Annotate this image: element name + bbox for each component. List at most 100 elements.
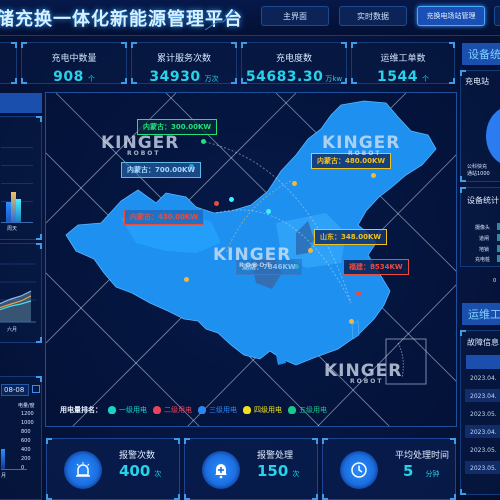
stat-card-workorders: 运维工单数 1544 个 [351,42,455,85]
stat-label: 充电中数量 [51,54,97,64]
stat-value: 54683.30 [245,69,324,85]
clock-icon [340,451,378,489]
device-stats-panel: 设备统计 摄像头 道闸 地锁 充电桩 [460,187,500,267]
legend-item[interactable]: 三级用电 [198,405,237,415]
right-section-title-devices: 设备统 [462,43,500,65]
axis-tick: 0 [493,278,497,284]
axis-tick: 400 [21,447,31,453]
kpi-unit: 次 [292,470,300,478]
map-tooltip: 内蒙古：430.00KW [124,209,205,225]
left-energy-panel: 08-08 电量/度 1200 1000 800 600 400 200 0 月 [0,376,42,500]
station-panel: 充电站 公科快充 通站1000 [460,70,500,182]
stat-value: 34930 [149,69,201,85]
map-point[interactable] [266,209,271,214]
map-point[interactable] [371,173,376,178]
bar-chart-xlabel: 周天 [7,226,18,232]
stat-unit: 个 [421,75,429,83]
device-label: 地锁 [479,247,490,253]
bar [16,199,21,222]
map-point[interactable] [292,181,297,186]
right-section-title-maintenance: 运维工 [462,303,500,325]
kpi-unit: 次 [154,470,162,478]
watermark-logo: KINGER ROBOT [213,245,292,269]
map-point[interactable] [356,291,361,296]
fault-row[interactable]: 2023.05. [470,411,497,418]
axis-tick: 1200 [21,411,34,417]
stat-card-services: 累计服务次数 34930 万次 [131,42,237,85]
date-value: 08-08 [4,386,25,394]
energy-xlabel: 月 [1,473,7,479]
header-decoration [205,9,235,30]
left-line-chart-panel: 六月 [0,243,42,343]
nav-more-button[interactable] [494,6,500,26]
nav-station-button[interactable]: 充换电场站管理 [417,6,485,26]
pie-legend: 通站1000 [467,171,490,177]
map-legend: 用电量排名： 一级用电 二级用电 三级用电 四级用电 五级用电 [60,405,327,415]
stat-value: 908 [53,69,84,85]
axis-tick: 0 [21,465,25,471]
stat-card-charging: 充电中数量 908 个 [21,42,127,85]
fault-table-header [466,355,500,369]
nav-main-button[interactable]: 主界面 [261,6,329,26]
stat-unit: 万kw [325,75,343,83]
map-point[interactable] [214,201,219,206]
flame-icon [198,406,206,414]
map-point[interactable] [201,139,206,144]
device-label: 摄像头 [475,225,491,231]
date-input[interactable]: 08-08 [1,384,29,396]
stat-value: 1544 [377,69,418,85]
device-panel-title: 设备统计 [467,196,499,205]
legend-item[interactable]: 二级用电 [153,405,192,415]
axis-unit: 电量/度 [18,403,35,409]
left-bar-chart-panel: 周天 [0,116,42,240]
flame-icon [108,406,116,414]
legend-title: 用电量排名： [60,406,102,414]
kpi-value: 400 [119,462,151,480]
map-tooltip: 福建：8534KW [343,259,409,275]
fault-row[interactable]: 2023.04. [470,429,497,436]
china-map[interactable]: 内蒙古：300.00KW 内蒙古：700.00KW 内蒙古：480.00KW 内… [45,92,457,427]
line-chart-xlabel: 六月 [7,327,18,333]
legend-item[interactable]: 五级用电 [288,405,327,415]
stat-label: 累计服务次数 [156,54,211,64]
fault-row[interactable]: 2023.04. [470,375,497,382]
calendar-icon[interactable] [32,385,40,393]
map-point[interactable] [308,248,313,253]
nav-realtime-button[interactable]: 实时数据 [339,6,407,26]
alarm-light-icon [64,451,102,489]
pie-legend: 公科快充 [467,164,488,170]
pie-slice [486,106,500,166]
dashboard: 储充换一体化新能源管理平台 主界面 实时数据 充换电场站管理 充电中数量 908… [0,0,500,500]
fault-row[interactable]: 2023.05. [470,465,497,472]
map-point[interactable] [229,197,234,202]
fault-row[interactable]: 2023.05. [470,447,497,454]
axis-tick: 1000 [21,420,34,426]
legend-item[interactable]: 四级用电 [243,405,282,415]
fault-row[interactable]: 2023.04. [470,393,497,400]
legend-item[interactable]: 一级用电 [108,405,147,415]
bell-plus-icon [202,451,240,489]
device-label: 充电桩 [475,257,491,263]
axis-tick: 600 [21,438,31,444]
flame-icon [243,406,251,414]
watermark-logo: KINGER ROBOT [324,361,403,385]
kpi-label: 报警处理 [257,451,294,461]
station-panel-title: 充电站 [465,77,489,86]
flame-icon [288,406,296,414]
map-point[interactable] [349,319,354,324]
map-tooltip: 内蒙古：700.00KW [121,162,202,178]
stat-card-partial [0,42,17,84]
kpi-avg-time: 平均处理时间 5 分钟 [322,438,456,500]
axis-tick: 200 [21,456,31,462]
fault-panel-title: 故障信息 [467,338,499,347]
kpi-unit: 分钟 [425,470,440,478]
map-point[interactable] [184,277,189,282]
stat-unit: 个 [87,75,95,83]
kpi-alarm-count: 报警次数 400 次 [46,438,180,500]
device-label: 道闸 [479,236,490,242]
kpi-alarm-handled: 报警处理 150 次 [184,438,318,500]
axis-tick: 800 [21,429,31,435]
stat-label: 运维工单数 [380,54,426,64]
flame-icon [153,406,161,414]
kpi-value: 5 [403,462,414,480]
